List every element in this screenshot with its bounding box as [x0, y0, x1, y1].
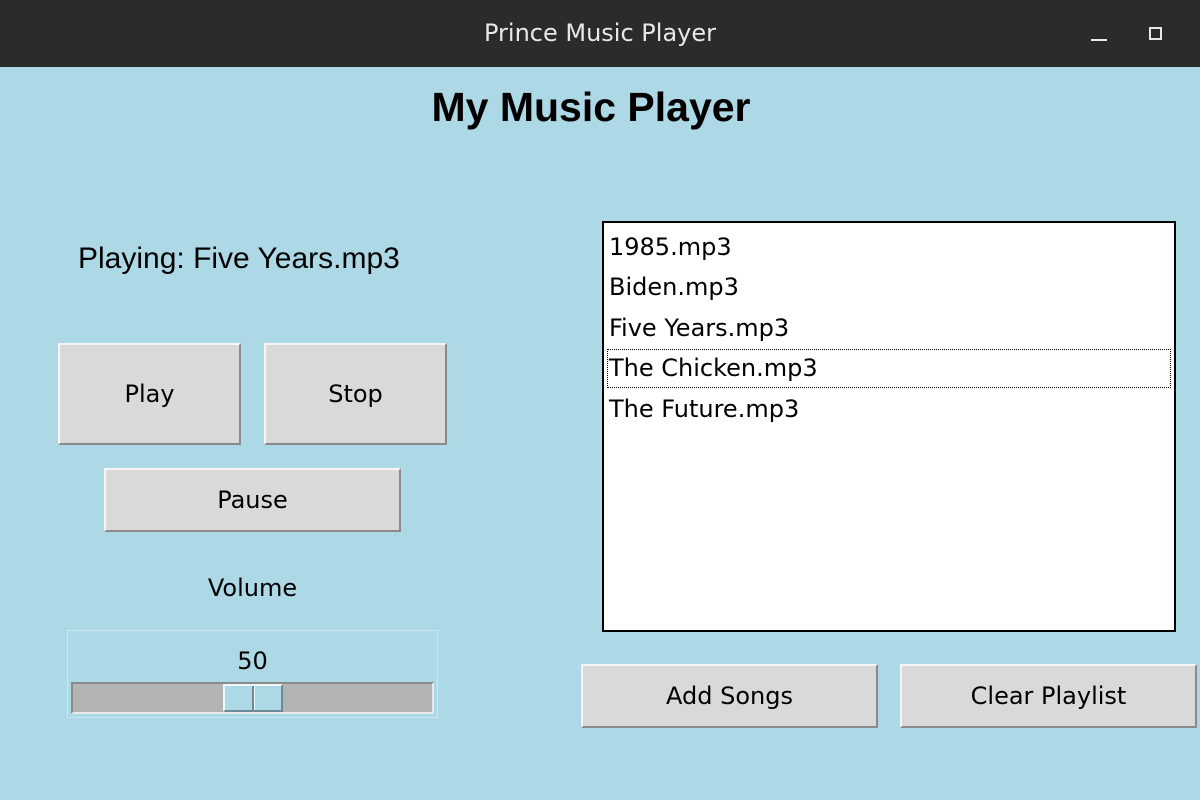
maximize-button[interactable] — [1140, 18, 1170, 48]
play-button[interactable]: Play — [58, 343, 241, 445]
clear-playlist-button[interactable]: Clear Playlist — [900, 664, 1197, 728]
add-songs-button[interactable]: Add Songs — [581, 664, 878, 728]
volume-scale[interactable]: 50 — [67, 630, 438, 718]
stop-button[interactable]: Stop — [264, 343, 447, 445]
playlist-item[interactable]: The Chicken.mp3 — [606, 348, 1172, 388]
playlist-item[interactable]: The Future.mp3 — [606, 389, 1172, 429]
slider-handle-notch — [251, 686, 255, 710]
close-button[interactable] — [1190, 18, 1200, 48]
app-heading: My Music Player — [431, 84, 751, 130]
maximize-icon — [1148, 26, 1162, 40]
pause-button[interactable]: Pause — [104, 468, 401, 532]
playlist-listbox[interactable]: 1985.mp3 Biden.mp3 Five Years.mp3 The Chick… — [602, 221, 1176, 632]
playlist-item[interactable]: Biden.mp3 — [606, 267, 1172, 307]
playlist-item[interactable]: Five Years.mp3 — [606, 308, 1172, 348]
window-titlebar[interactable]: Prince Music Player — [0, 0, 1200, 67]
volume-label: Volume — [207, 574, 298, 602]
now-playing-label: Playing: Five Years.mp3 — [78, 242, 400, 275]
window-title: Prince Music Player — [484, 19, 716, 47]
minimize-button[interactable] — [1084, 18, 1114, 48]
minimize-icon — [1091, 39, 1107, 41]
volume-slider-trough[interactable] — [71, 682, 434, 714]
playlist-item[interactable]: 1985.mp3 — [606, 227, 1172, 267]
volume-value: 50 — [237, 647, 268, 675]
volume-slider-handle[interactable] — [222, 684, 283, 712]
